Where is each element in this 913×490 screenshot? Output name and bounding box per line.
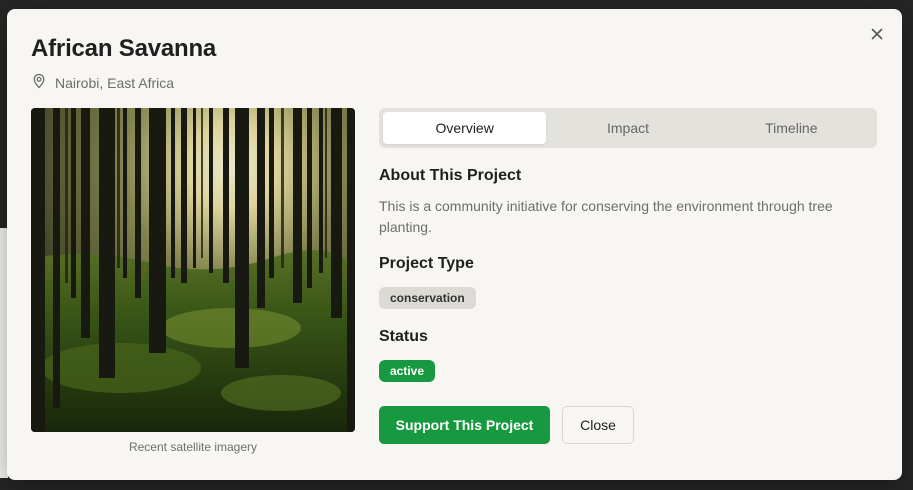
- project-type-badge: conservation: [379, 287, 476, 309]
- tab-overview[interactable]: Overview: [383, 112, 547, 144]
- status-heading: Status: [379, 328, 428, 345]
- project-title: African Savanna: [31, 35, 217, 62]
- about-text: This is a community initiative for conse…: [379, 198, 833, 235]
- project-type-heading: Project Type: [379, 255, 474, 272]
- close-button[interactable]: Close: [562, 406, 634, 444]
- image-caption: Recent satellite imagery: [128, 440, 258, 454]
- project-location: Nairobi, East Africa: [31, 73, 174, 92]
- close-icon[interactable]: [868, 25, 886, 43]
- tab-bar: Overview Impact Timeline: [379, 108, 877, 148]
- status-badge: active: [379, 360, 436, 382]
- tab-impact[interactable]: Impact: [546, 112, 709, 144]
- project-image: [31, 108, 355, 432]
- support-project-button[interactable]: Support This Project: [379, 406, 550, 444]
- tab-timeline[interactable]: Timeline: [710, 112, 873, 144]
- about-heading: About This Project: [379, 167, 522, 184]
- map-pin-icon: [31, 73, 47, 92]
- location-text: Nairobi, East Africa: [55, 74, 175, 91]
- project-modal: African Savanna Nairobi, East Africa Rec…: [7, 9, 902, 480]
